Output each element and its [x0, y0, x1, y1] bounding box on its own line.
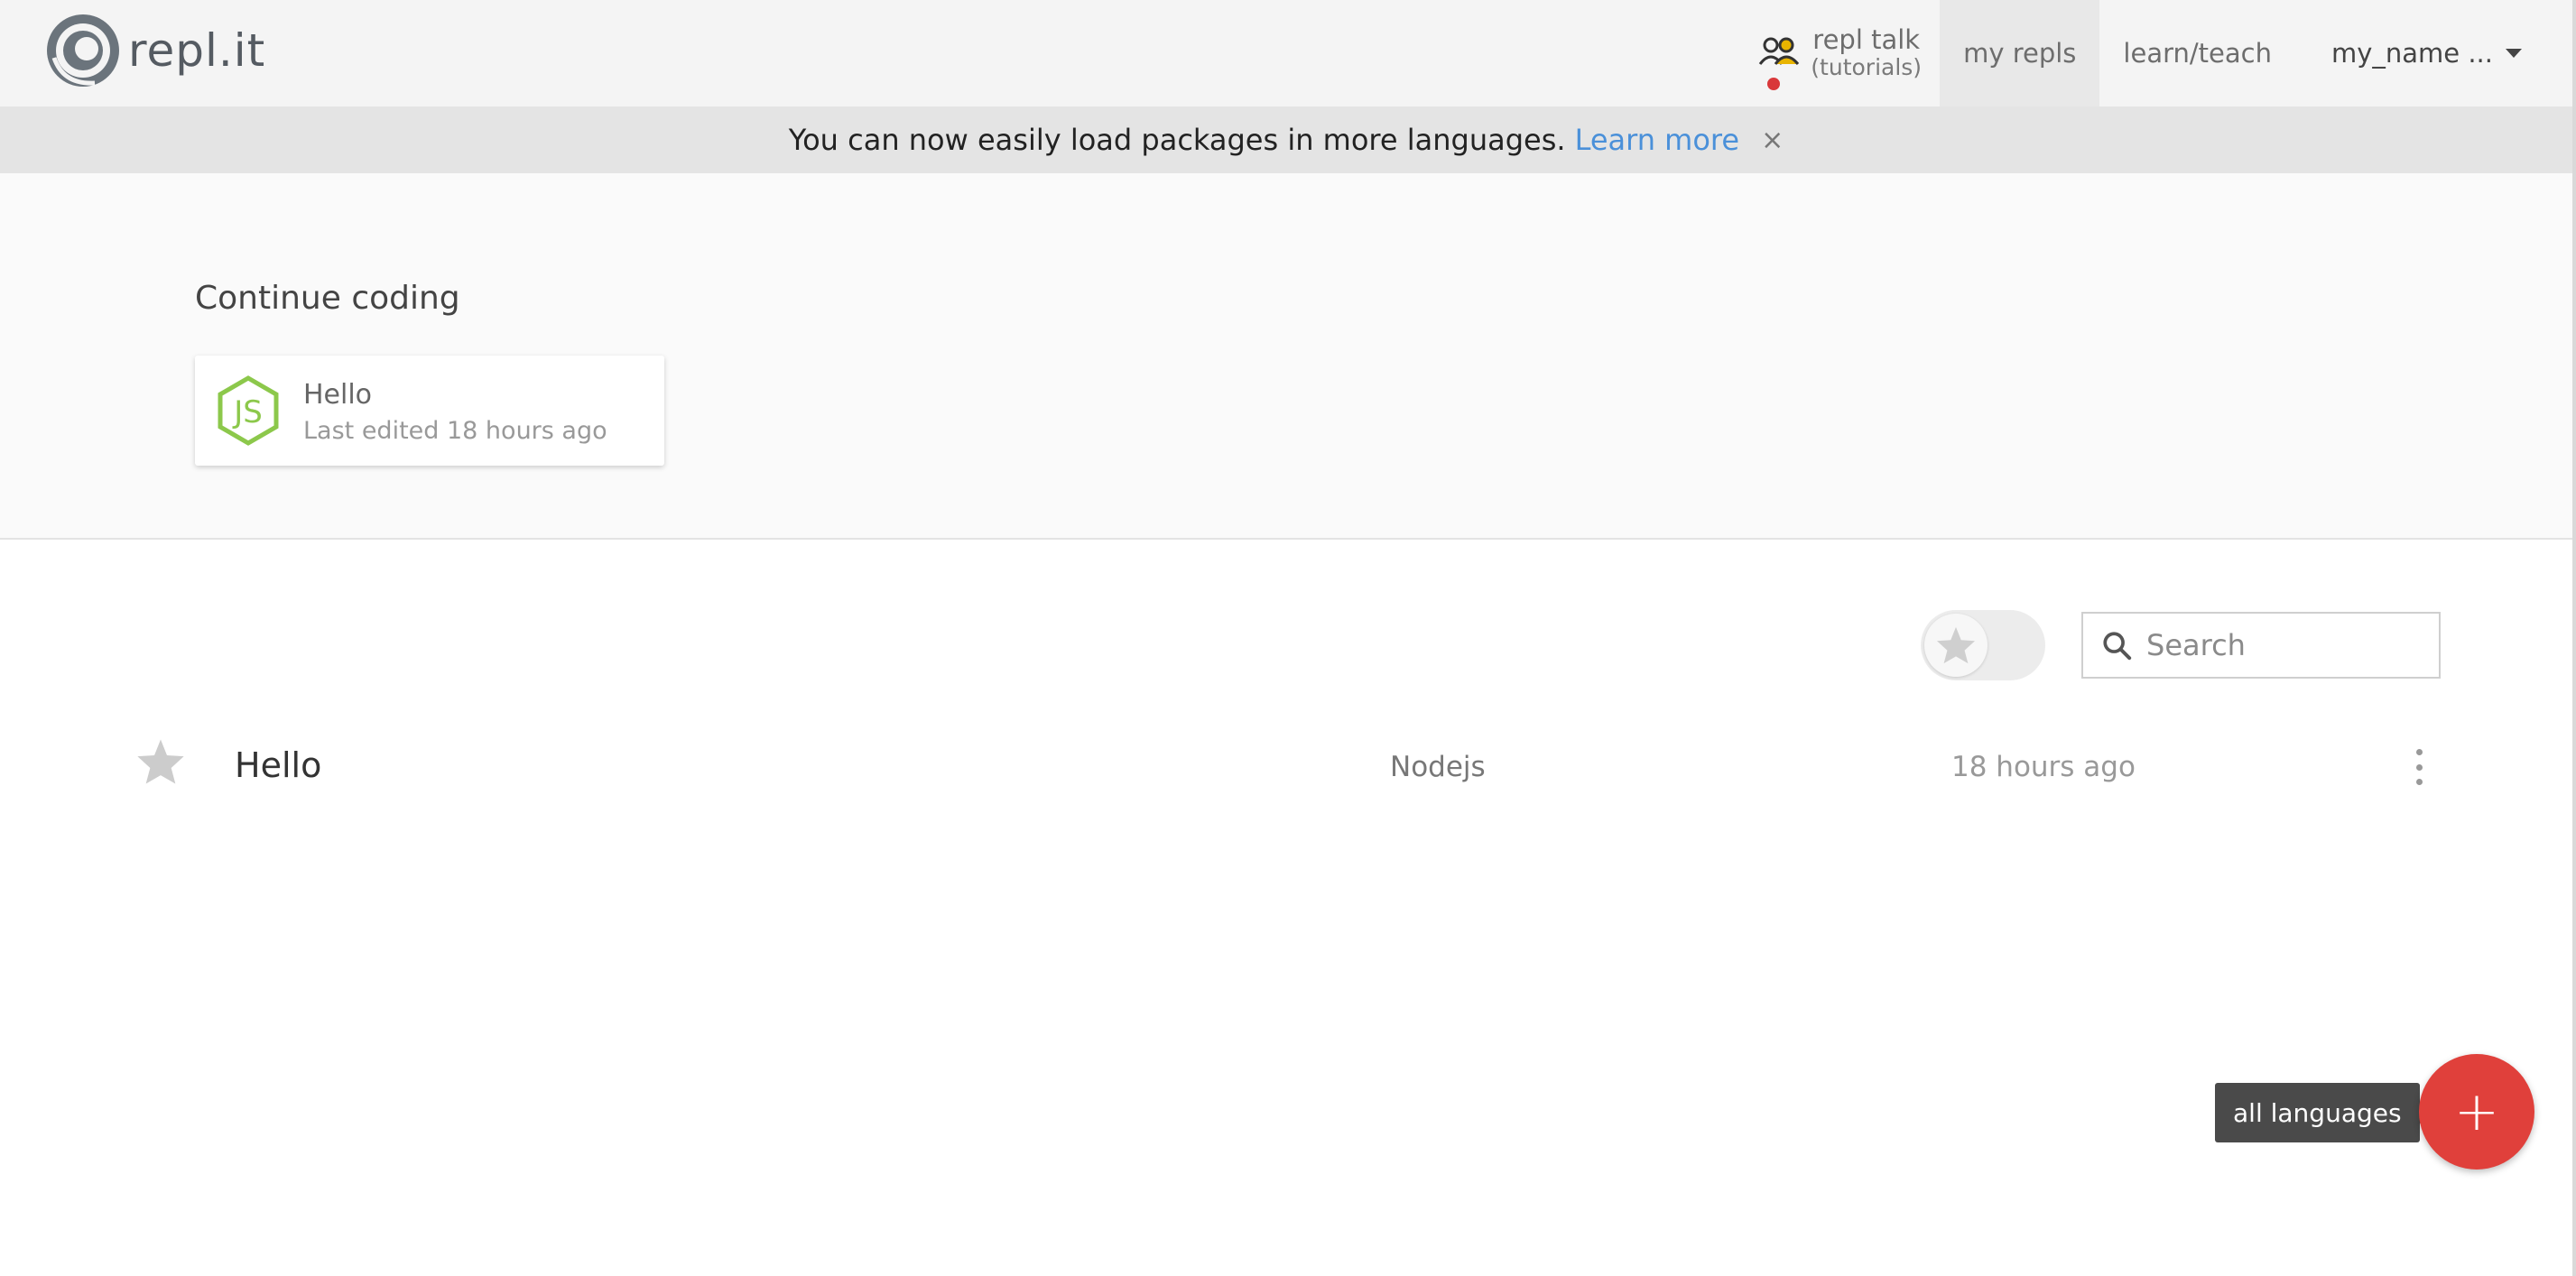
banner-message: You can now easily load packages in more… [788, 123, 1566, 157]
continue-coding-heading: Continue coding [195, 280, 460, 317]
continue-repl-card[interactable]: JS Hello Last edited 18 hours ago [195, 356, 664, 466]
notification-dot [1767, 78, 1781, 90]
top-header: repl.it repl talk (tutorials) my repls l… [0, 0, 2572, 106]
scrollbar-track[interactable] [2572, 0, 2576, 1276]
all-languages-tooltip: all languages [2215, 1083, 2431, 1142]
users-icon [1759, 37, 1800, 65]
toggle-knob [1924, 614, 1988, 677]
starred-filter-toggle[interactable] [1921, 610, 2045, 680]
search-box[interactable] [2081, 612, 2441, 679]
repl-name[interactable]: Hello [235, 745, 321, 785]
new-repl-button[interactable]: + [2419, 1054, 2534, 1170]
repl-talk-label: repl talk [1812, 23, 1921, 55]
search-icon [2103, 632, 2132, 661]
replit-logo-icon [47, 14, 119, 87]
search-input[interactable] [2145, 627, 2419, 663]
plus-icon: + [2453, 1080, 2500, 1143]
repl-time: 18 hours ago [1951, 751, 2136, 783]
repl-language: Nodejs [1390, 751, 1486, 783]
nav-learn-teach[interactable]: learn/teach [2099, 0, 2295, 106]
replit-logo[interactable]: repl.it [45, 13, 265, 88]
username-label: my_name ... [2330, 38, 2493, 69]
learn-more-link[interactable]: Learn more [1575, 123, 1740, 157]
user-menu[interactable]: my_name ... [2295, 0, 2572, 106]
repl-talk-sublabel: (tutorials) [1811, 54, 1923, 81]
announcement-banner: You can now easily load packages in more… [0, 106, 2572, 174]
star-icon [1936, 626, 1976, 664]
star-icon[interactable] [135, 736, 186, 787]
card-title: Hello [303, 379, 373, 411]
repl-row[interactable]: Hello Nodejs 18 hours ago [135, 731, 2455, 803]
nodejs-icon: JS [218, 375, 279, 446]
nav-my-repls[interactable]: my repls [1940, 0, 2100, 106]
logo-text: repl.it [128, 24, 266, 77]
continue-coding-section: Continue coding JS Hello Last edited 18 … [0, 173, 2572, 540]
svg-text:JS: JS [232, 394, 263, 430]
top-nav: repl talk (tutorials) my repls learn/tea… [1731, 0, 2572, 106]
close-icon[interactable]: × [1761, 125, 1784, 156]
more-vertical-icon[interactable] [2410, 749, 2428, 785]
chevron-down-icon [2506, 49, 2522, 58]
nav-repl-talk[interactable]: repl talk (tutorials) [1731, 0, 1940, 106]
card-subtitle: Last edited 18 hours ago [303, 417, 607, 445]
